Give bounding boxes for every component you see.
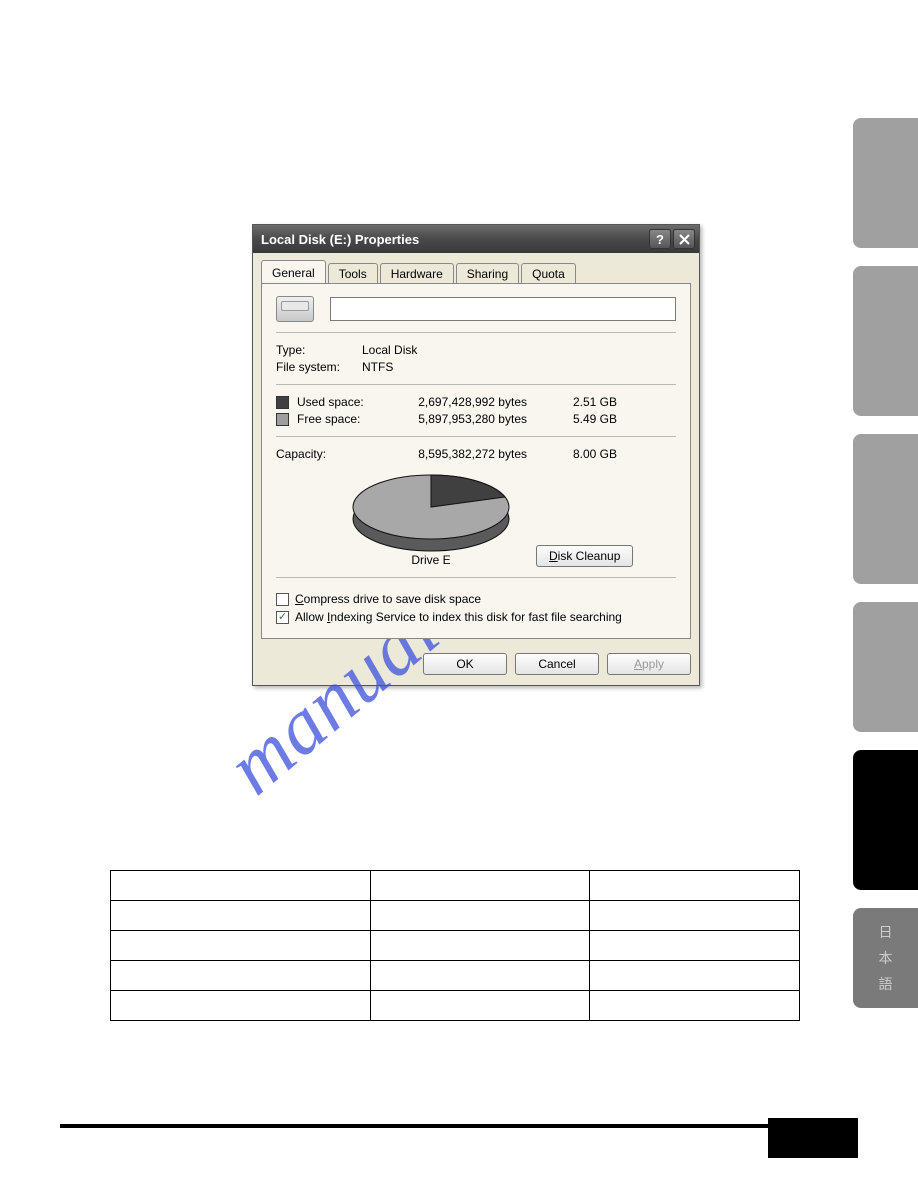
compress-label: Compress drive to save disk space bbox=[295, 592, 481, 606]
compress-checkbox[interactable] bbox=[276, 593, 289, 606]
divider bbox=[276, 332, 676, 333]
footer-page-block bbox=[768, 1118, 858, 1158]
free-gb: 5.49 GB bbox=[547, 412, 617, 426]
capacity-label: Capacity: bbox=[276, 447, 392, 461]
footer-rule bbox=[60, 1124, 838, 1128]
indexing-checkbox[interactable]: ✓ bbox=[276, 611, 289, 624]
window-title: Local Disk (E:) Properties bbox=[261, 232, 647, 247]
free-swatch-icon bbox=[276, 413, 289, 426]
free-bytes: 5,897,953,280 bytes bbox=[392, 412, 547, 426]
tab-quota[interactable]: Quota bbox=[521, 263, 576, 284]
side-tab-2[interactable] bbox=[853, 266, 918, 416]
help-button[interactable]: ? bbox=[649, 229, 671, 249]
used-gb: 2.51 GB bbox=[547, 395, 617, 409]
side-tab-char-1: 日 bbox=[879, 922, 893, 942]
used-bytes: 2,697,428,992 bytes bbox=[392, 395, 547, 409]
capacity-gb: 8.00 GB bbox=[547, 447, 617, 461]
properties-dialog: Local Disk (E:) Properties ? General Too… bbox=[252, 224, 700, 686]
volume-label-input[interactable] bbox=[330, 297, 676, 321]
close-icon bbox=[679, 234, 690, 245]
side-tab-4[interactable] bbox=[853, 602, 918, 732]
table-row bbox=[111, 931, 800, 961]
tab-general[interactable]: General bbox=[261, 260, 326, 283]
divider bbox=[276, 577, 676, 578]
tab-sharing[interactable]: Sharing bbox=[456, 263, 519, 284]
table-row bbox=[111, 991, 800, 1021]
side-tab-char-3: 語 bbox=[879, 974, 893, 994]
divider bbox=[276, 384, 676, 385]
cancel-button[interactable]: Cancel bbox=[515, 653, 599, 675]
free-label: Free space: bbox=[297, 412, 392, 426]
data-table bbox=[110, 870, 800, 1021]
fs-label: File system: bbox=[276, 360, 362, 374]
titlebar[interactable]: Local Disk (E:) Properties ? bbox=[253, 225, 699, 253]
dialog-buttons: OK Cancel Apply bbox=[253, 647, 699, 685]
fs-value: NTFS bbox=[362, 360, 393, 374]
used-swatch-icon bbox=[276, 396, 289, 409]
table-row bbox=[111, 901, 800, 931]
pie-chart bbox=[346, 469, 516, 549]
side-tab-3[interactable] bbox=[853, 434, 918, 584]
pie-caption: Drive E bbox=[411, 553, 450, 567]
side-tab-6[interactable]: 日 本 語 bbox=[853, 908, 918, 1008]
tab-tools[interactable]: Tools bbox=[328, 263, 378, 284]
disk-cleanup-button[interactable]: Disk Cleanup bbox=[536, 545, 633, 567]
used-label: Used space: bbox=[297, 395, 392, 409]
tab-hardware[interactable]: Hardware bbox=[380, 263, 454, 284]
capacity-bytes: 8,595,382,272 bytes bbox=[392, 447, 547, 461]
apply-button[interactable]: Apply bbox=[607, 653, 691, 675]
drive-icon bbox=[276, 296, 314, 322]
type-value: Local Disk bbox=[362, 343, 417, 357]
table-row bbox=[111, 871, 800, 901]
ok-button[interactable]: OK bbox=[423, 653, 507, 675]
type-label: Type: bbox=[276, 343, 362, 357]
indexing-label: Allow Indexing Service to index this dis… bbox=[295, 610, 622, 624]
side-tab-char-2: 本 bbox=[879, 948, 893, 968]
side-tabs: 日 本 語 bbox=[853, 0, 918, 1026]
divider bbox=[276, 436, 676, 437]
close-button[interactable] bbox=[673, 229, 695, 249]
table-row bbox=[111, 961, 800, 991]
general-panel: Type: Local Disk File system: NTFS Used … bbox=[261, 283, 691, 639]
tab-row: General Tools Hardware Sharing Quota bbox=[253, 253, 699, 283]
side-tab-5[interactable] bbox=[853, 750, 918, 890]
side-tab-1[interactable] bbox=[853, 118, 918, 248]
